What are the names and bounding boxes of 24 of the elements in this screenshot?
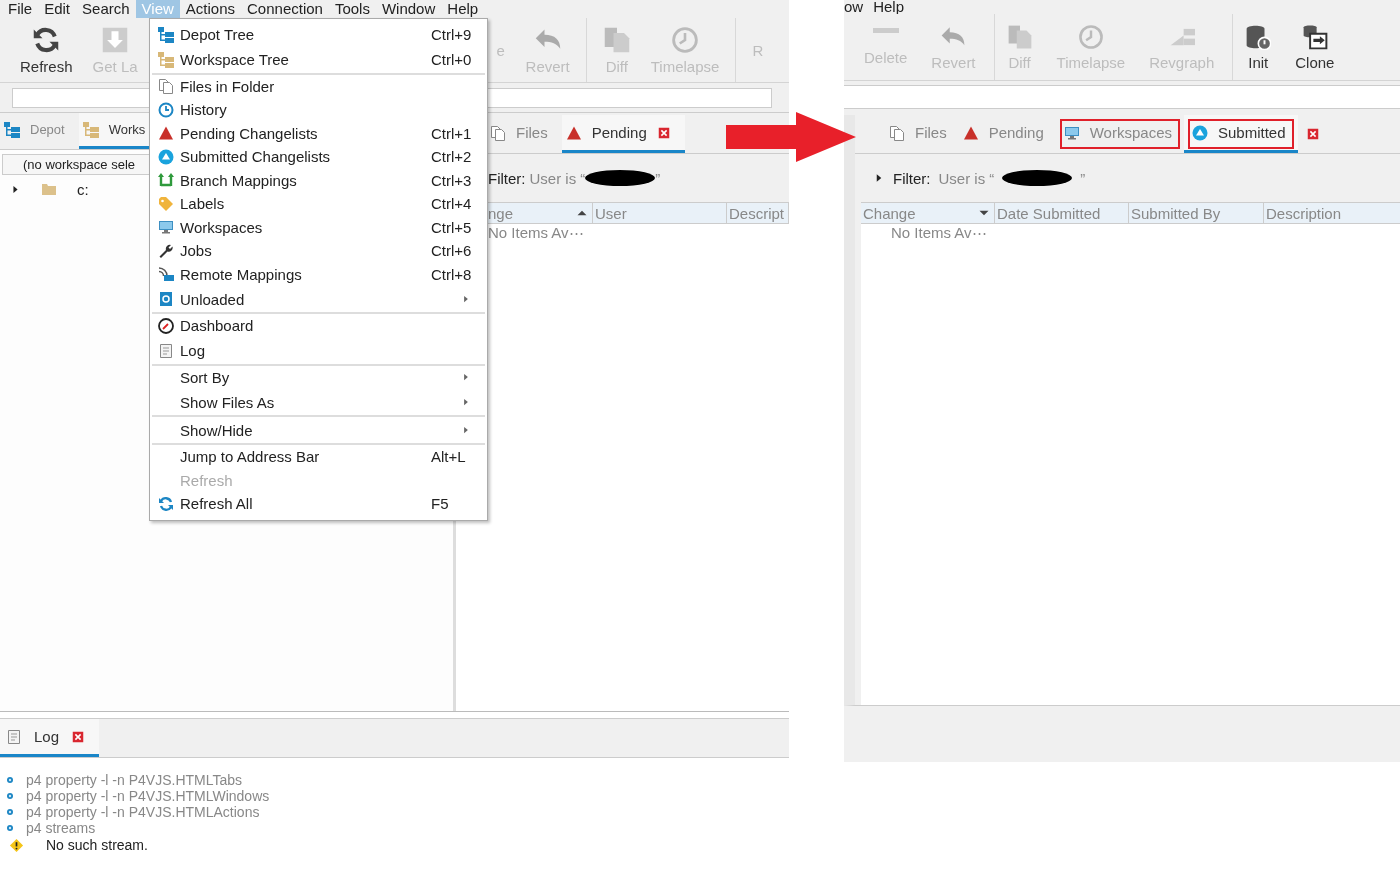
shortcut-label: Alt+L	[431, 448, 467, 466]
shortcut-label: F5	[431, 495, 450, 513]
filter-value: User is “	[938, 169, 995, 187]
filter-value: ”	[1080, 169, 1086, 187]
log-line: p4 property -l -n P4VJS.HTMLWindows	[26, 788, 270, 804]
filter-value: User is “	[529, 169, 586, 187]
filter-label: Filter:	[893, 169, 931, 187]
log-line: p4 property -l -n P4VJS.HTMLTabs	[26, 772, 243, 788]
shortcut-label: Ctrl+5	[431, 218, 471, 236]
shortcut-label: Ctrl+3	[431, 171, 471, 189]
shortcut-label: Ctrl+2	[431, 148, 471, 166]
shortcut-label: Ctrl+0	[431, 51, 471, 68]
shortcut-label: Ctrl+4	[431, 195, 471, 213]
log-line: p4 streams	[26, 820, 96, 836]
filter-value: ”	[655, 169, 661, 187]
log-line: No such stream.	[46, 837, 148, 853]
filter-label: Filter:	[488, 169, 526, 187]
shortcut-label: Ctrl+1	[431, 124, 471, 142]
log-line: p4 property -l -n P4VJS.HTMLActions	[26, 804, 260, 820]
shortcut-label: Ctrl+9	[431, 26, 471, 44]
shortcut-label: Ctrl+6	[431, 242, 471, 260]
shortcut-label: Ctrl+8	[431, 265, 471, 283]
empty-message: No Items Av⋯	[488, 224, 584, 241]
empty-message: No Items Av⋯	[891, 224, 987, 241]
